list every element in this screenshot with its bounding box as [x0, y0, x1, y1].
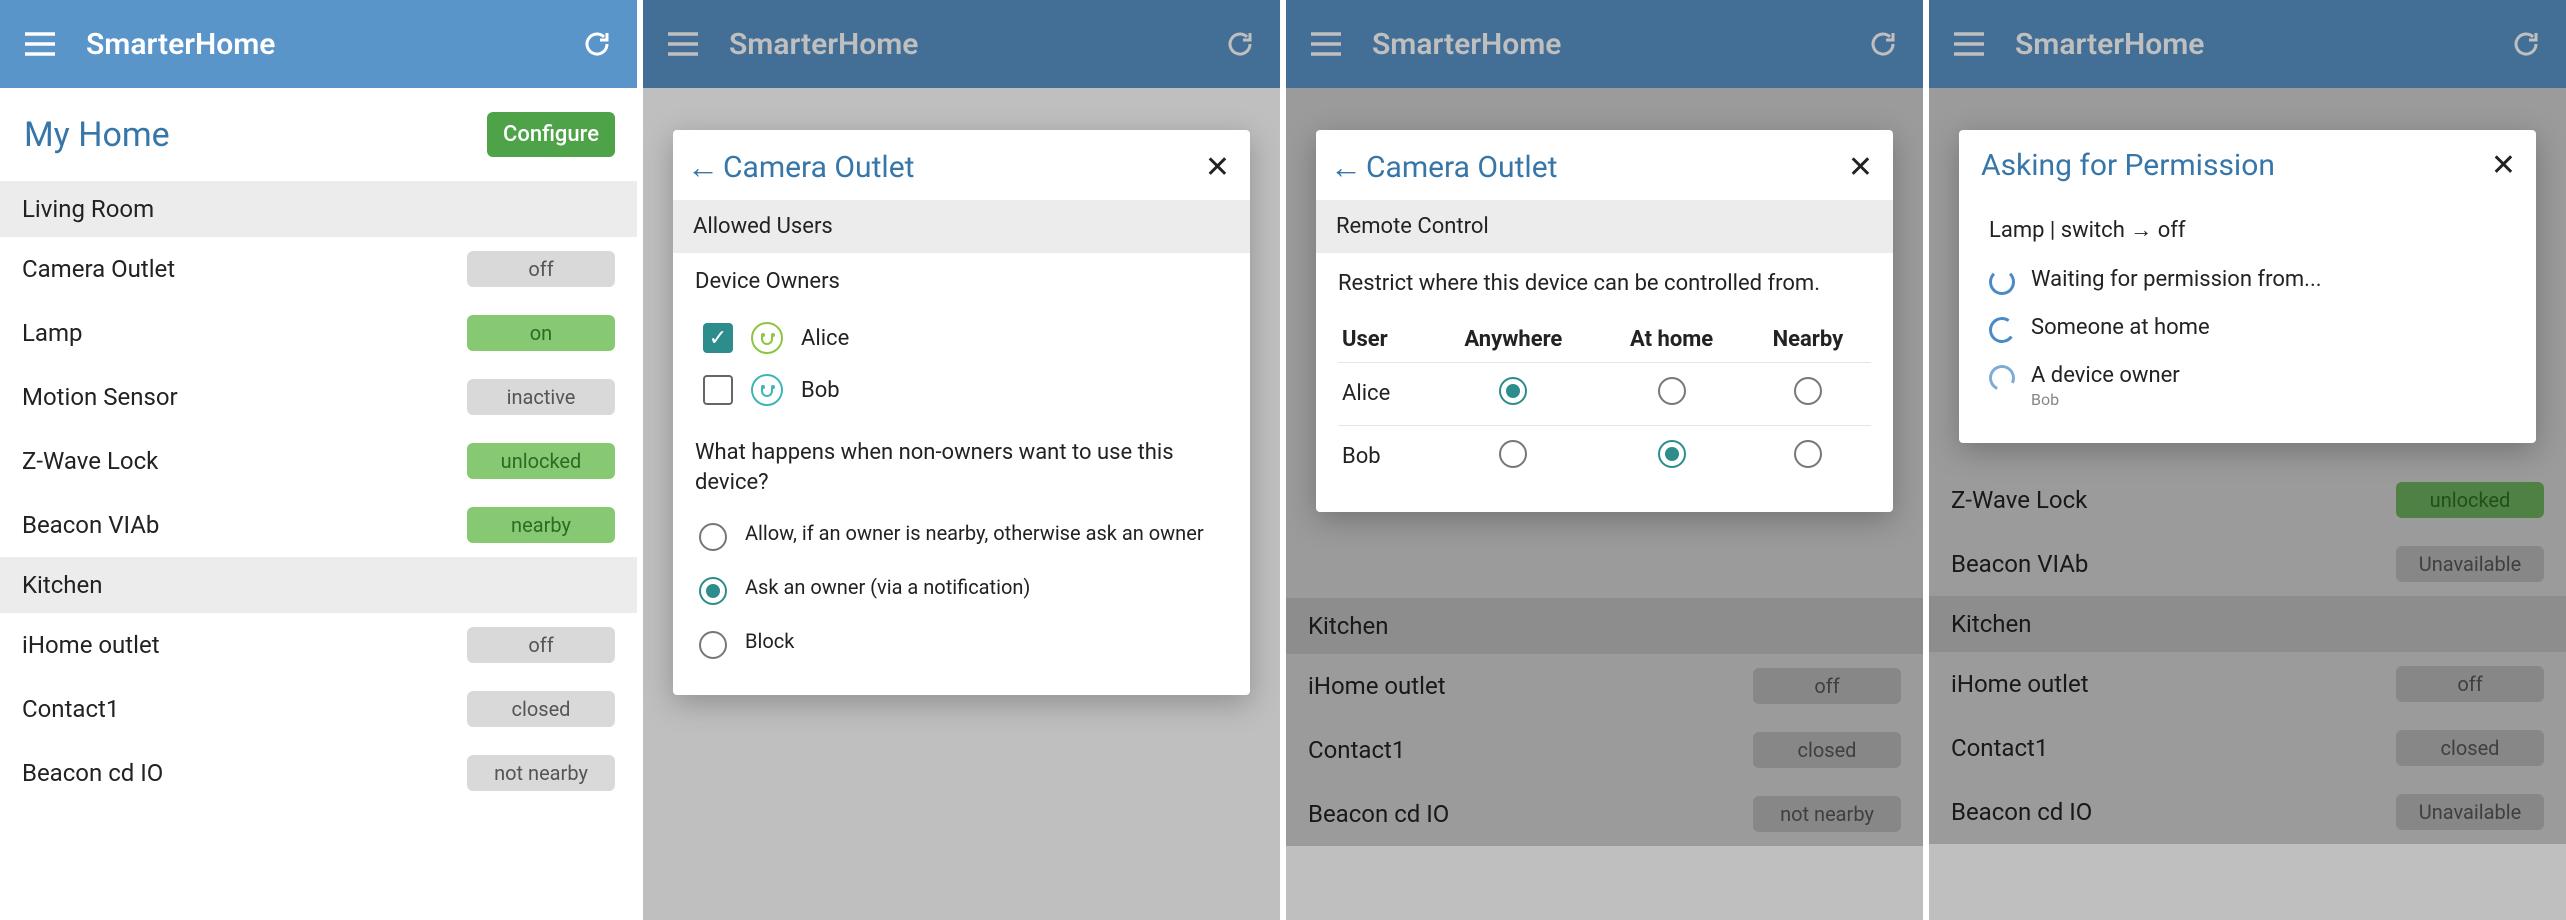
- dialog-title: Asking for Permission: [1981, 148, 2491, 183]
- avatar-icon: [751, 322, 783, 354]
- device-label: Camera Outlet: [22, 255, 175, 283]
- device-label: Beacon cd IO: [22, 759, 163, 787]
- non-owner-question: What happens when non-owners want to use…: [695, 438, 1228, 497]
- close-icon[interactable]: ✕: [2491, 148, 2516, 183]
- owner-checkbox[interactable]: [703, 375, 733, 405]
- policy-option[interactable]: Block: [695, 617, 1228, 671]
- permission-item: Someone at home: [1981, 305, 2514, 353]
- device-label: Z-Wave Lock: [22, 447, 158, 475]
- permission-item: Waiting for permission from...: [1981, 257, 2514, 305]
- device-owners-heading: Device Owners: [695, 269, 1228, 294]
- location-radio[interactable]: [1794, 440, 1822, 468]
- table-row: Bob: [1338, 425, 1871, 488]
- table-header: Nearby: [1745, 317, 1871, 363]
- refresh-icon[interactable]: [575, 22, 619, 66]
- device-row[interactable]: Z-Wave Lock unlocked: [0, 429, 637, 493]
- permission-text: A device owner: [2031, 363, 2180, 388]
- policy-label: Allow, if an owner is nearby, otherwise …: [745, 521, 1204, 545]
- device-status[interactable]: inactive: [467, 379, 615, 415]
- device-status[interactable]: off: [467, 251, 615, 287]
- policy-option[interactable]: Ask an owner (via a notification): [695, 563, 1228, 617]
- device-row[interactable]: Beacon cd IO not nearby: [0, 741, 637, 805]
- close-icon[interactable]: ✕: [1848, 150, 1873, 185]
- remote-control-table: UserAnywhereAt homeNearby AliceBob: [1338, 317, 1871, 488]
- section-header: Living Room: [0, 181, 637, 237]
- owner-name: Bob: [801, 378, 840, 403]
- avatar-icon: [751, 374, 783, 406]
- screen-home: SmarterHome My Home Configure Living Roo…: [0, 0, 637, 920]
- device-status[interactable]: nearby: [467, 507, 615, 543]
- dialog-section-title: Allowed Users: [673, 200, 1250, 253]
- screen-allowed-users: SmarterHome ← Camera Outlet ✕ Allowed Us…: [643, 0, 1280, 920]
- policy-label: Block: [745, 629, 794, 653]
- table-header: User: [1338, 317, 1428, 363]
- location-radio[interactable]: [1499, 440, 1527, 468]
- user-cell: Alice: [1338, 362, 1428, 425]
- dialog-title: Camera Outlet: [1366, 150, 1848, 185]
- radio-button[interactable]: [699, 631, 727, 659]
- radio-button[interactable]: [699, 577, 727, 605]
- topbar: SmarterHome: [0, 0, 637, 88]
- device-status[interactable]: closed: [467, 691, 615, 727]
- remote-control-description: Restrict where this device can be contro…: [1338, 269, 1871, 299]
- device-status[interactable]: not nearby: [467, 755, 615, 791]
- permission-text: Someone at home: [2031, 315, 2210, 340]
- device-label: iHome outlet: [22, 631, 160, 659]
- permission-text: Waiting for permission from...: [2031, 267, 2322, 292]
- owner-row[interactable]: Bob: [695, 364, 1228, 416]
- location-radio[interactable]: [1499, 377, 1527, 405]
- table-header: At home: [1598, 317, 1744, 363]
- menu-icon[interactable]: [18, 22, 62, 66]
- device-status[interactable]: on: [467, 315, 615, 351]
- spinner-icon: [1987, 315, 2017, 345]
- screen-remote-control: SmarterHome KitcheniHome outletoffContac…: [1286, 0, 1923, 920]
- permission-item: A device owner Bob: [1981, 353, 2514, 419]
- dialog-title: Camera Outlet: [723, 150, 1205, 185]
- device-row[interactable]: Camera Outlet off: [0, 237, 637, 301]
- owner-name: Alice: [801, 326, 849, 351]
- table-row: Alice: [1338, 362, 1871, 425]
- device-label: Lamp: [22, 319, 83, 347]
- owner-checkbox[interactable]: ✓: [703, 323, 733, 353]
- page-title: My Home: [24, 115, 170, 155]
- dialog-section-title: Remote Control: [1316, 200, 1893, 253]
- location-radio[interactable]: [1658, 440, 1686, 468]
- screen-permission: SmarterHome Z-Wave LockunlockedBeacon VI…: [1929, 0, 2566, 920]
- permission-action: Lamp | switch → off: [1981, 213, 2514, 257]
- spinner-icon: [1985, 361, 2018, 394]
- permission-subtext: Bob: [2031, 390, 2180, 409]
- dialog-allowed-users: ← Camera Outlet ✕ Allowed Users Device O…: [673, 130, 1250, 695]
- device-row[interactable]: Motion Sensor inactive: [0, 365, 637, 429]
- location-radio[interactable]: [1794, 377, 1822, 405]
- spinner-icon: [1989, 269, 2015, 295]
- owner-row[interactable]: ✓ Alice: [695, 312, 1228, 364]
- user-cell: Bob: [1338, 425, 1428, 488]
- location-radio[interactable]: [1658, 377, 1686, 405]
- back-icon[interactable]: ←: [687, 148, 719, 186]
- dialog-permission: Asking for Permission ✕ Lamp | switch → …: [1959, 130, 2536, 443]
- section-header: Kitchen: [0, 557, 637, 613]
- close-icon[interactable]: ✕: [1205, 150, 1230, 185]
- radio-button[interactable]: [699, 523, 727, 551]
- configure-button[interactable]: Configure: [487, 112, 615, 157]
- policy-label: Ask an owner (via a notification): [745, 575, 1030, 599]
- dialog-remote-control: ← Camera Outlet ✕ Remote Control Restric…: [1316, 130, 1893, 512]
- device-status[interactable]: unlocked: [467, 443, 615, 479]
- device-label: Motion Sensor: [22, 383, 178, 411]
- app-title: SmarterHome: [86, 27, 575, 62]
- device-row[interactable]: Contact1 closed: [0, 677, 637, 741]
- policy-option[interactable]: Allow, if an owner is nearby, otherwise …: [695, 509, 1228, 563]
- back-icon[interactable]: ←: [1330, 148, 1362, 186]
- device-row[interactable]: Lamp on: [0, 301, 637, 365]
- device-label: Beacon VIAb: [22, 511, 159, 539]
- device-row[interactable]: iHome outlet off: [0, 613, 637, 677]
- table-header: Anywhere: [1428, 317, 1598, 363]
- device-status[interactable]: off: [467, 627, 615, 663]
- device-row[interactable]: Beacon VIAb nearby: [0, 493, 637, 557]
- device-label: Contact1: [22, 695, 119, 723]
